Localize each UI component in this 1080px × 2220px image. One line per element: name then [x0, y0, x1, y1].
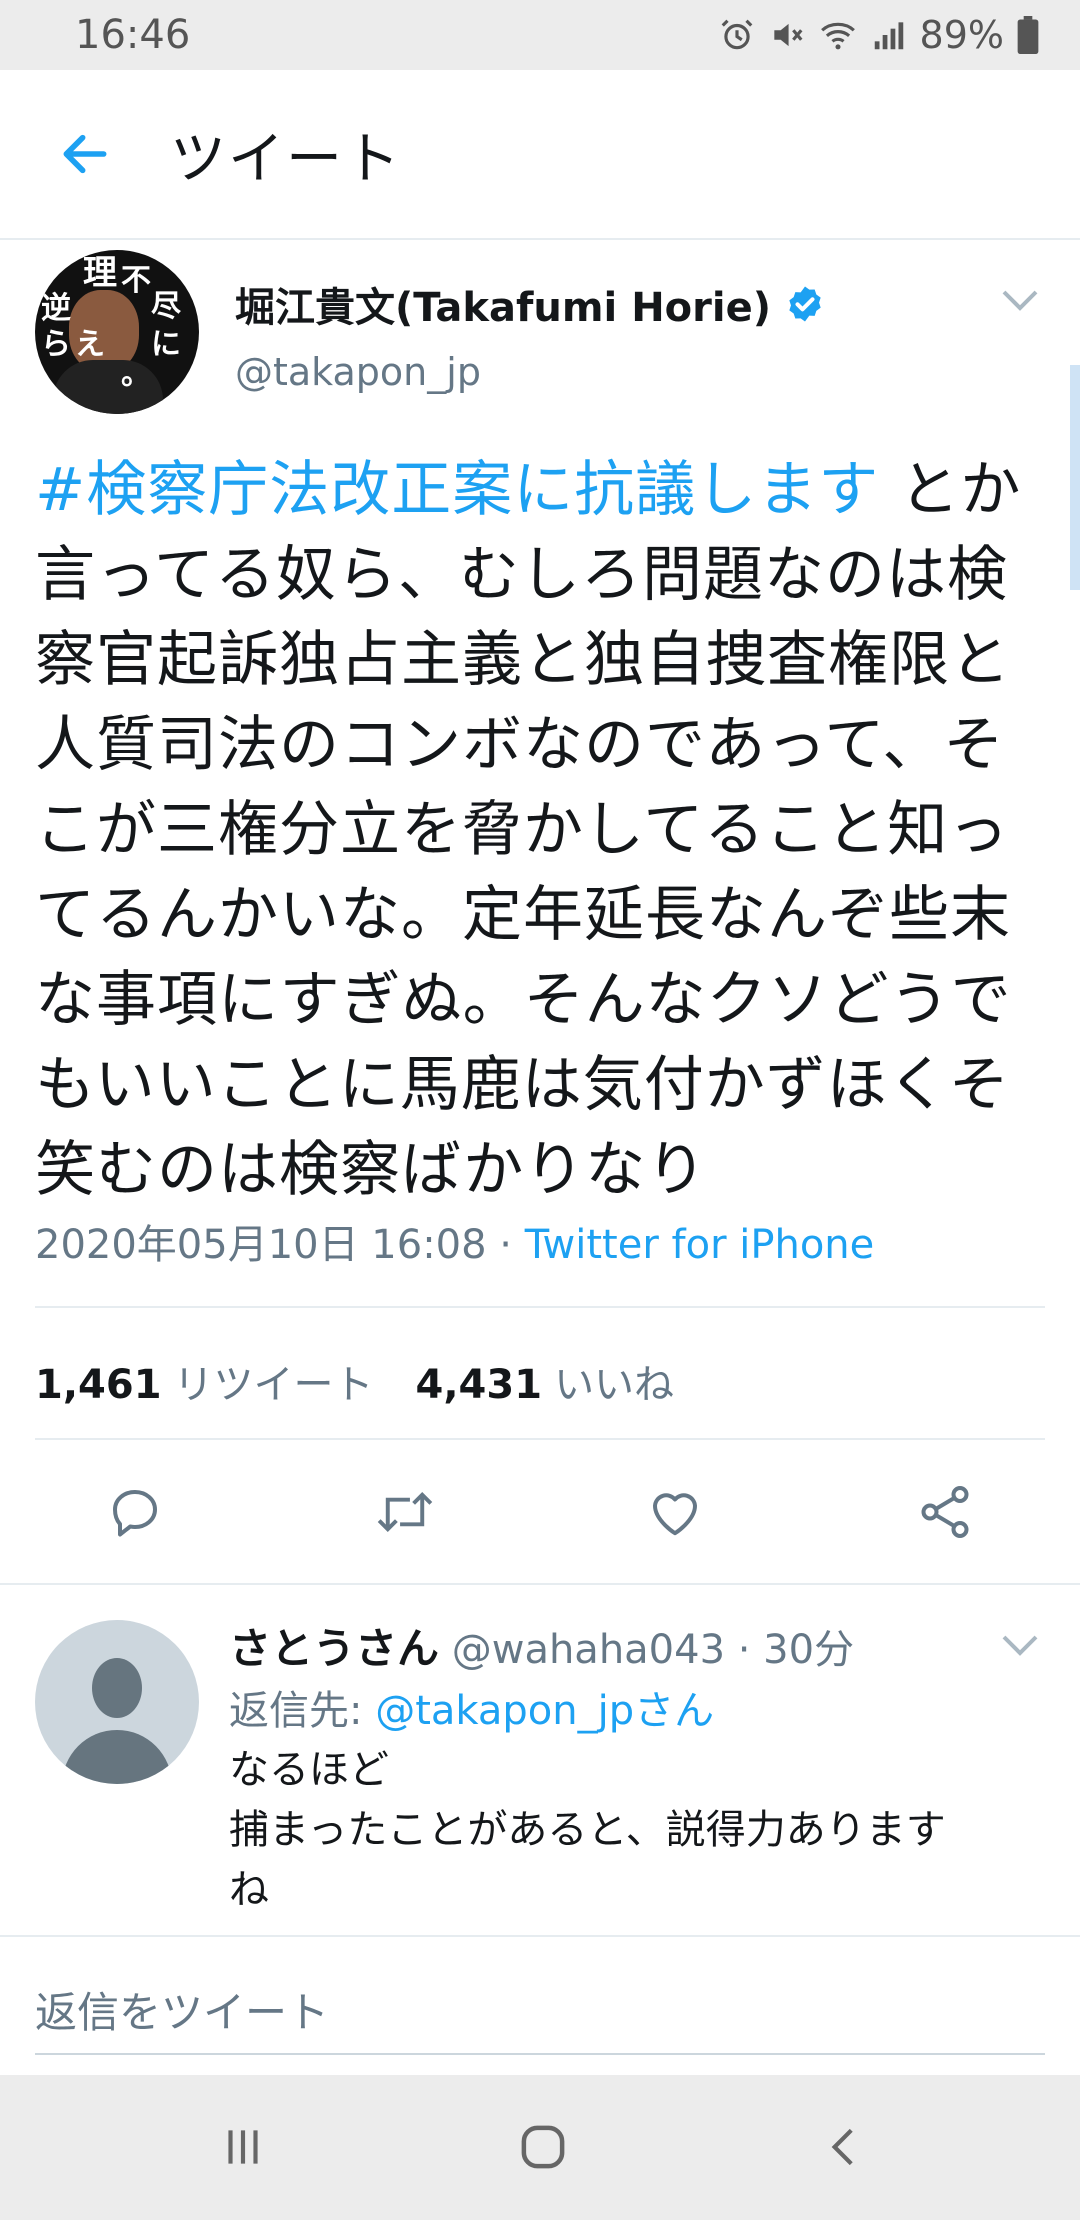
- page-title: ツイート: [170, 126, 402, 192]
- chevron-down-icon: [1002, 290, 1038, 311]
- retweets-count: 1,461: [35, 1362, 162, 1408]
- avatar-char: 不: [121, 263, 151, 298]
- avatar-char: ら: [41, 327, 71, 362]
- author-name-text: 堀江貴文(Takafumi Horie): [235, 285, 771, 331]
- tweet-timestamp: 2020年05月10日 16:08 ·: [35, 1222, 525, 1268]
- verified-badge-icon: [789, 286, 821, 322]
- recents-button[interactable]: [203, 2112, 283, 2182]
- share-button[interactable]: [905, 1472, 985, 1552]
- divider: [35, 1438, 1045, 1440]
- chevron-down-icon: [1002, 1635, 1038, 1656]
- reply-to-mention[interactable]: @takapon_jpさん: [375, 1688, 714, 1734]
- recents-icon: [228, 2130, 258, 2164]
- divider: [35, 1306, 1045, 1308]
- reply-author-handle: @wahaha043 · 30分: [439, 1627, 855, 1673]
- avatar[interactable]: 理 不 尽 に 逆 ら え 。: [35, 250, 199, 414]
- reply-compose-input[interactable]: 返信をツイート: [35, 1965, 1045, 2055]
- back-button[interactable]: [40, 109, 130, 199]
- tweet-stats: 1,461 リツイート 4,431 いいね: [35, 1352, 674, 1410]
- top-app-bar: ツイート: [0, 70, 1080, 240]
- reply-button[interactable]: [95, 1472, 175, 1552]
- tweet-source-link[interactable]: Twitter for iPhone: [525, 1222, 875, 1268]
- scrollbar[interactable]: [1070, 365, 1080, 590]
- likes-label: いいね: [554, 1362, 675, 1408]
- reply-icon: [113, 1490, 157, 1537]
- author-handle[interactable]: @takapon_jp: [235, 350, 481, 394]
- likes-count: 4,431: [415, 1362, 543, 1408]
- avatar-char: に: [151, 327, 181, 362]
- reply-header: さとうさん @wahaha043 · 30分: [229, 1615, 854, 1676]
- avatar[interactable]: [35, 1620, 199, 1784]
- likes-stat[interactable]: 4,431 いいね: [416, 1352, 675, 1410]
- avatar-char: 逆: [41, 291, 71, 326]
- reply-author-name[interactable]: さとうさん: [229, 1624, 439, 1673]
- retweets-label: リツイート: [173, 1362, 374, 1408]
- tweet-menu-button[interactable]: [995, 280, 1045, 320]
- battery-percent: 89%: [919, 13, 1004, 57]
- reply-text: なるほど 捕まったことがあると、説得力あります ね: [229, 1740, 1029, 1920]
- home-icon: [521, 2125, 565, 2169]
- author-name[interactable]: 堀江貴文(Takafumi Horie): [235, 275, 825, 333]
- retweet-icon: [377, 1491, 433, 1533]
- reply-text-line: 捕まったことがあると、説得力あります: [229, 1807, 946, 1853]
- reply-text-line: ね: [229, 1867, 269, 1913]
- status-icons: 89%: [718, 13, 1040, 57]
- back-arrow-icon: [63, 134, 107, 174]
- signal-icon: [870, 16, 908, 54]
- retweets-stat[interactable]: 1,461 リツイート: [35, 1352, 374, 1410]
- tweet-body: とか言ってる奴ら、むしろ問題なのは検察官起訴独占主義と独自捜査権限と人質司法のコ…: [35, 455, 1022, 1205]
- reply-to-prefix: 返信先:: [229, 1688, 376, 1734]
- reply-text-line: なるほど: [229, 1747, 389, 1793]
- status-time: 16:46: [75, 12, 191, 58]
- home-button[interactable]: [503, 2112, 583, 2182]
- avatar-char: 。: [121, 357, 151, 392]
- reply-to: 返信先: @takapon_jpさん: [229, 1678, 714, 1736]
- tweet-author-row: 理 不 尽 に 逆 ら え 。 堀江貴文(Takafumi Horie) @ta…: [35, 250, 1045, 420]
- avatar-char: 理: [83, 253, 117, 293]
- like-button[interactable]: [635, 1472, 715, 1552]
- hashtag-link[interactable]: #検察庁法改正案に抗議します: [35, 455, 879, 525]
- tweet-text: #検察庁法改正案に抗議します とか言ってる奴ら、むしろ問題なのは検察官起訴独占主…: [35, 448, 1055, 1213]
- nav-back-button[interactable]: [805, 2112, 885, 2182]
- tweet-meta: 2020年05月10日 16:08 · Twitter for iPhone: [35, 1212, 874, 1270]
- divider: [0, 1935, 1080, 1937]
- wifi-icon: [818, 16, 858, 54]
- avatar-char: 尽: [151, 289, 181, 324]
- status-bar: 16:46 89%: [0, 0, 1080, 70]
- back-icon: [831, 2128, 853, 2166]
- reply-tweet[interactable]: さとうさん @wahaha043 · 30分 返信先: @takapon_jpさ…: [0, 1585, 1080, 1935]
- retweet-button[interactable]: [365, 1472, 445, 1552]
- battery-icon: [1016, 16, 1040, 54]
- reply-menu-button[interactable]: [995, 1625, 1045, 1665]
- avatar-char: え: [75, 327, 105, 362]
- alarm-icon: [718, 16, 756, 54]
- share-icon: [921, 1486, 969, 1538]
- like-icon: [653, 1493, 697, 1536]
- system-nav-bar: [0, 2075, 1080, 2220]
- mute-icon: [768, 16, 806, 54]
